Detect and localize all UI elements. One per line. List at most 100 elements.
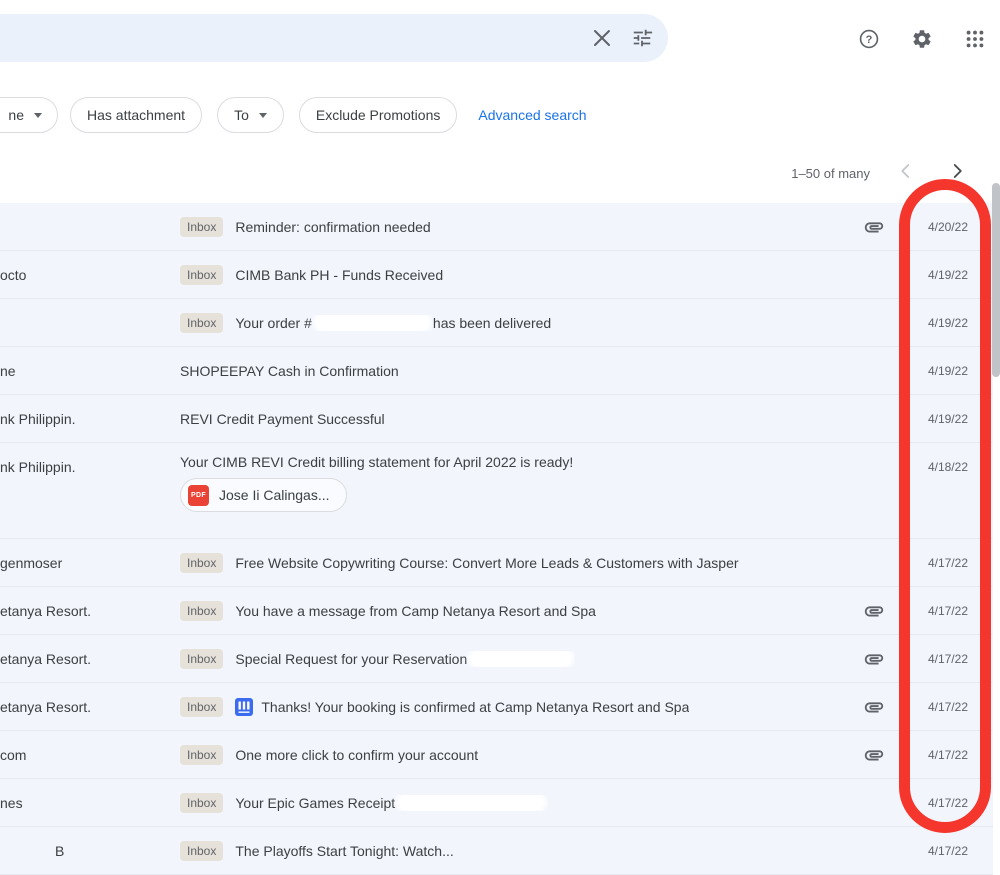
paperclip-icon — [863, 600, 885, 627]
email-sender: etanya Resort. — [0, 683, 172, 731]
apps-launcher-button[interactable] — [955, 19, 995, 59]
email-date: 4/17/22 — [928, 683, 968, 731]
filter-chip-exclude-promotions[interactable]: Exclude Promotions — [299, 97, 458, 133]
pagination-range: 1–50 of many — [791, 166, 870, 181]
paperclip-icon — [863, 696, 885, 723]
email-subject: You have a message from Camp Netanya Res… — [235, 603, 596, 619]
email-row[interactable]: etanya Resort. Inbox Special Request for… — [0, 635, 993, 683]
gear-icon — [911, 28, 933, 50]
chevron-down-icon — [259, 113, 267, 118]
email-row[interactable]: ne SHOPEEPAY Cash in Confirmation 4/19/2… — [0, 347, 993, 395]
calendar-icon — [235, 698, 253, 716]
pdf-file-icon: PDF — [188, 485, 209, 506]
email-subject: SHOPEEPAY Cash in Confirmation — [180, 363, 399, 379]
filter-chip-label: Exclude Promotions — [316, 107, 441, 123]
email-row[interactable]: octo Inbox CIMB Bank PH - Funds Received… — [0, 251, 993, 299]
filter-chip-label: To — [234, 107, 249, 123]
filter-chip-label: Has attachment — [87, 107, 185, 123]
inbox-label-chip: Inbox — [180, 697, 223, 717]
search-input[interactable] — [0, 28, 582, 48]
email-date: 4/17/22 — [928, 539, 968, 587]
email-subject: REVI Credit Payment Successful — [180, 411, 385, 427]
settings-button[interactable] — [902, 19, 942, 59]
email-date: 4/19/22 — [928, 299, 968, 347]
search-filter-row: ne Has attachment To Exclude Promotions … — [0, 97, 587, 133]
attachment-name: Jose Ii Calingas... — [219, 487, 330, 503]
email-subject-text: has been delivered — [433, 315, 551, 331]
inbox-label-chip: Inbox — [180, 841, 223, 861]
scrollbar-thumb[interactable] — [992, 183, 1000, 377]
help-button[interactable]: ? — [849, 19, 889, 59]
email-sender: nk Philippin. — [0, 443, 172, 491]
email-row[interactable]: Inbox Reminder: confirmation needed 4/20… — [0, 203, 993, 251]
filter-chip-label: ne — [8, 107, 24, 123]
paperclip-icon — [863, 216, 885, 243]
paperclip-icon — [863, 744, 885, 771]
email-row[interactable]: etanya Resort. Inbox You have a message … — [0, 587, 993, 635]
inbox-label-chip: Inbox — [180, 553, 223, 573]
email-date: 4/19/22 — [928, 347, 968, 395]
search-bar[interactable] — [0, 14, 668, 62]
email-sender: nes — [0, 779, 172, 827]
email-date: 4/20/22 — [928, 203, 968, 251]
help-icon: ? — [858, 28, 880, 50]
filter-chip-time[interactable]: ne — [0, 97, 58, 133]
email-date: 4/17/22 — [928, 779, 968, 827]
email-subject: Your CIMB REVI Credit billing statement … — [180, 454, 573, 470]
inbox-label-chip: Inbox — [180, 649, 223, 669]
filter-chip-to[interactable]: To — [217, 97, 284, 133]
email-sender: octo — [0, 251, 172, 299]
svg-text:?: ? — [866, 34, 873, 46]
older-page-button[interactable] — [944, 158, 970, 184]
email-date: 4/18/22 — [928, 443, 968, 491]
email-subject-text: Your Epic Games Receipt — [235, 795, 395, 811]
inbox-label-chip: Inbox — [180, 793, 223, 813]
newer-page-button[interactable] — [893, 158, 919, 184]
email-date: 4/19/22 — [928, 251, 968, 299]
close-icon — [593, 29, 611, 47]
email-subject: CIMB Bank PH - Funds Received — [235, 267, 443, 283]
advanced-search-link[interactable]: Advanced search — [478, 107, 586, 123]
email-subject: One more click to confirm your account — [235, 747, 478, 763]
email-row[interactable]: nk Philippin. REVI Credit Payment Succes… — [0, 395, 993, 443]
inbox-label-chip: Inbox — [180, 745, 223, 765]
search-options-button[interactable] — [622, 18, 662, 58]
email-row[interactable]: com Inbox One more click to confirm your… — [0, 731, 993, 779]
clear-search-button[interactable] — [582, 18, 622, 58]
email-subject: Free Website Copywriting Course: Convert… — [235, 555, 738, 571]
inbox-label-chip: Inbox — [180, 313, 223, 333]
email-subject: Reminder: confirmation needed — [235, 219, 430, 235]
attachment-chip[interactable]: PDF Jose Ii Calingas... — [180, 478, 347, 512]
apps-grid-icon — [964, 28, 986, 50]
email-sender: ne — [0, 347, 172, 395]
email-subject: Your order # has been delivered — [235, 315, 551, 331]
redaction-blur — [399, 795, 544, 810]
redaction-blur — [316, 315, 429, 330]
email-subject: Thanks! Your booking is confirmed at Cam… — [261, 699, 689, 715]
email-subject-text: Your order # — [235, 315, 312, 331]
email-date: 4/17/22 — [928, 635, 968, 683]
email-sender: com — [0, 731, 172, 779]
email-subject: Your Epic Games Receipt — [235, 795, 548, 811]
email-row[interactable]: genmoser Inbox Free Website Copywriting … — [0, 539, 993, 587]
paperclip-icon — [863, 648, 885, 675]
email-date: 4/17/22 — [928, 731, 968, 779]
email-row[interactable]: etanya Resort. Inbox Thanks! Your bookin… — [0, 683, 993, 731]
email-sender: genmoser — [0, 539, 172, 587]
email-subject-text: Special Request for your Reservation — [235, 651, 467, 667]
email-subject: The Playoffs Start Tonight: Watch... — [235, 843, 453, 859]
filter-chip-has-attachment[interactable]: Has attachment — [70, 97, 202, 133]
email-date: 4/17/22 — [928, 587, 968, 635]
email-row[interactable]: nk Philippin. Your CIMB REVI Credit bill… — [0, 443, 993, 539]
email-row[interactable]: B Inbox The Playoffs Start Tonight: Watc… — [0, 827, 993, 875]
chevron-down-icon — [34, 113, 42, 118]
inbox-label-chip: Inbox — [180, 217, 223, 237]
email-date: 4/17/22 — [928, 827, 968, 875]
redaction-blur — [471, 651, 571, 666]
email-row[interactable]: Inbox Your order # has been delivered 4/… — [0, 299, 993, 347]
tune-icon — [631, 27, 653, 49]
inbox-label-chip: Inbox — [180, 601, 223, 621]
email-sender: nk Philippin. — [0, 395, 172, 443]
email-row[interactable]: nes Inbox Your Epic Games Receipt 4/17/2… — [0, 779, 993, 827]
email-subject: Special Request for your Reservation — [235, 651, 575, 667]
